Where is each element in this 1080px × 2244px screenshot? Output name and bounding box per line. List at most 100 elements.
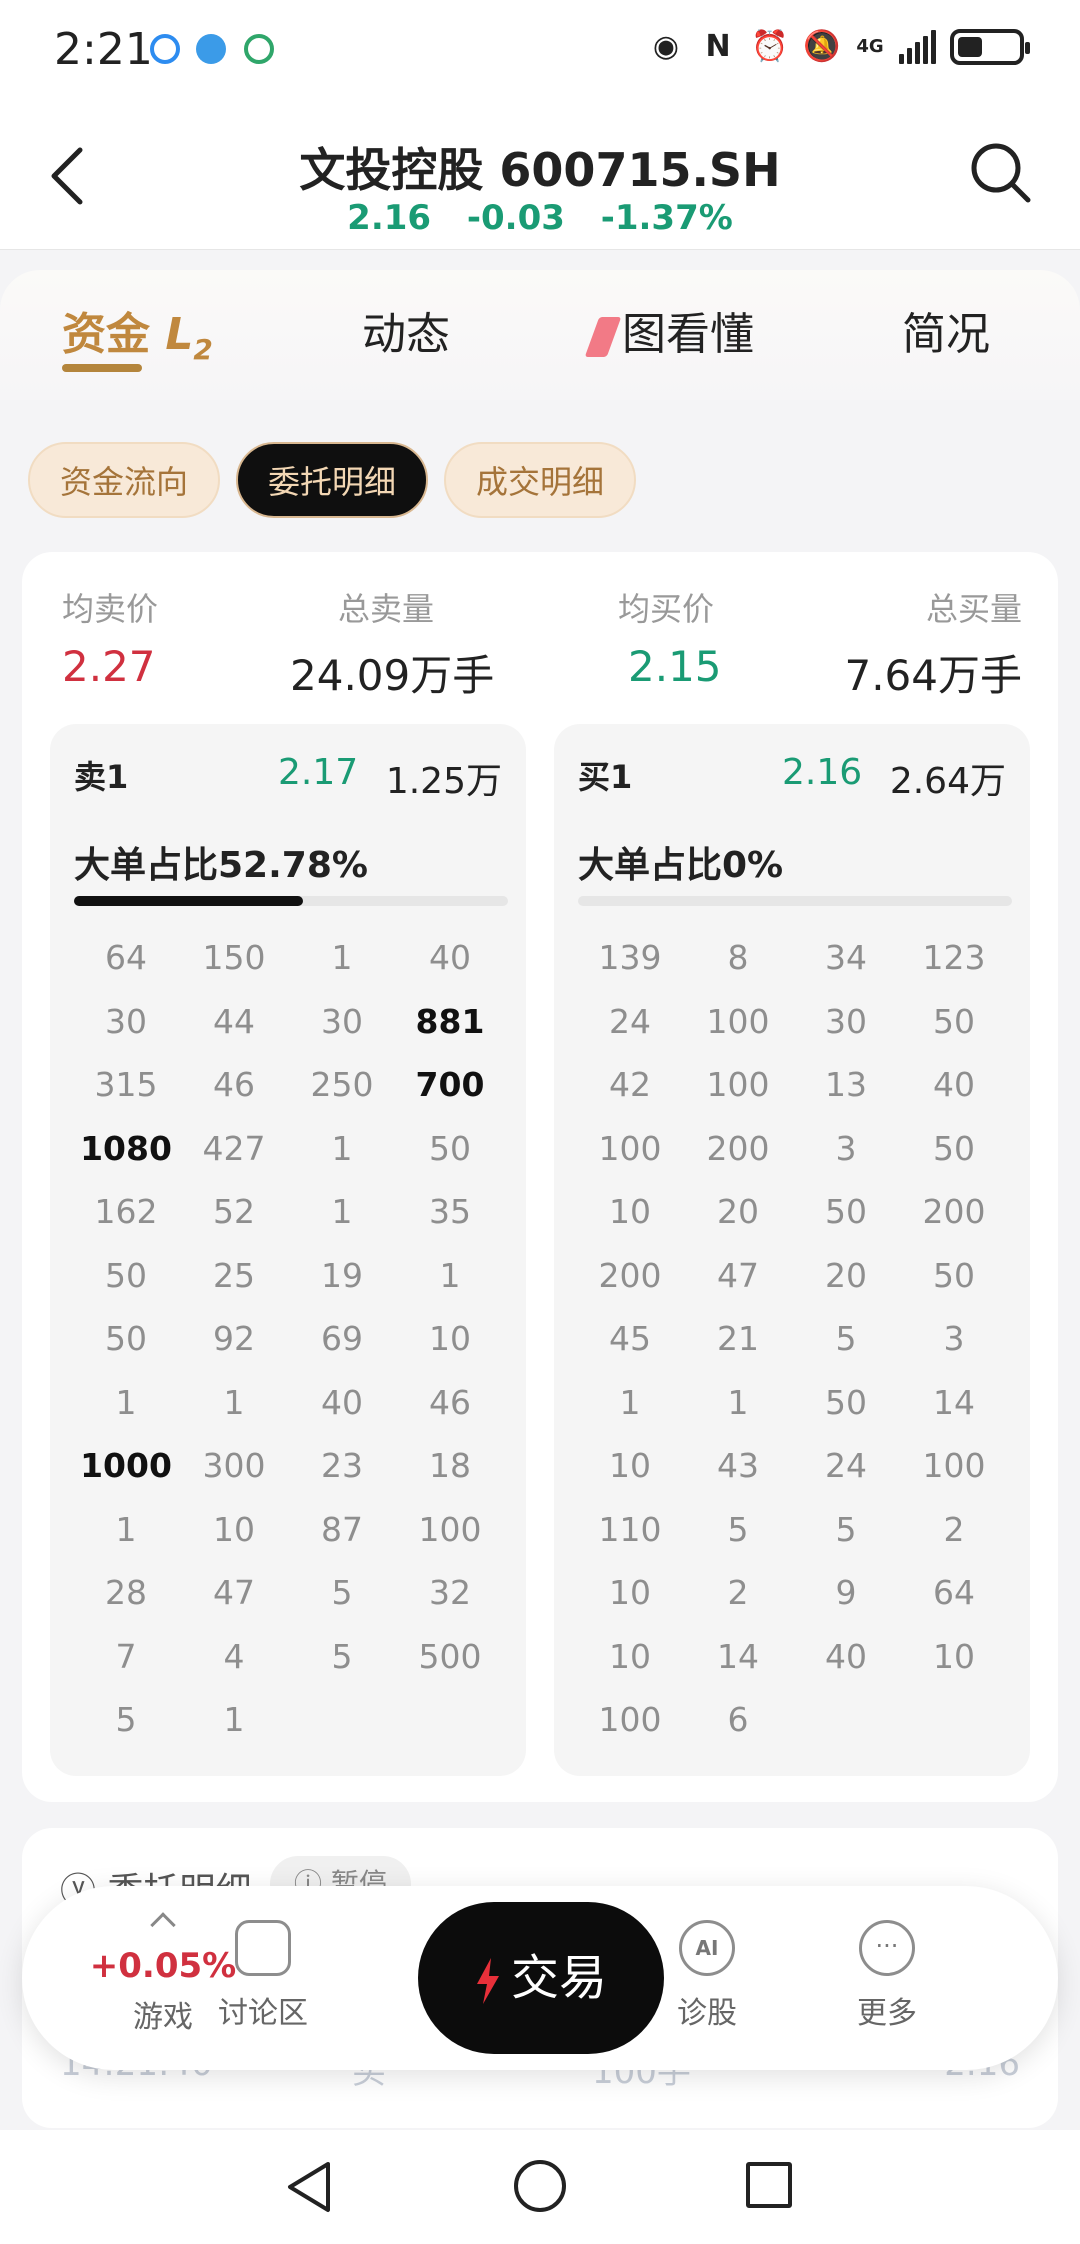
buy-order-cell: 50 bbox=[933, 1128, 975, 1168]
sell-order-cell: 1 bbox=[115, 1382, 137, 1422]
buy-order-cell: 10 bbox=[609, 1192, 651, 1231]
sell-order-cell: 35 bbox=[429, 1192, 471, 1231]
stock-header: 文投控股 600715.SH 2.16 -0.03 -1.37% bbox=[0, 100, 1080, 250]
sell-order-cell: 162 bbox=[94, 1192, 158, 1231]
tab-overview[interactable]: 简况 bbox=[902, 298, 990, 362]
buy-order-cell: 8 bbox=[727, 938, 749, 977]
sell-order-cell: 5 bbox=[331, 1636, 353, 1676]
sell-level1: 卖1 2.17 1.25万 bbox=[74, 752, 502, 802]
sell-order-cell: 30 bbox=[321, 1001, 363, 1041]
trade-button[interactable]: 交易 bbox=[418, 1902, 664, 2054]
nav-more[interactable]: ··· 更多 bbox=[812, 1920, 962, 2032]
wallet-icon bbox=[244, 34, 274, 64]
nav-discussion[interactable]: 讨论区 bbox=[188, 1920, 338, 2032]
buy-order-cell: 10 bbox=[609, 1573, 651, 1612]
avg-buy-label: 均买价 bbox=[618, 590, 715, 628]
buy1-label: 买1 bbox=[578, 758, 633, 796]
buy-order-cell: 14 bbox=[933, 1382, 975, 1422]
tab-visual-label: 图看懂 bbox=[622, 309, 754, 360]
sell1-label: 卖1 bbox=[74, 758, 129, 796]
trade-label: 交易 bbox=[510, 1950, 607, 2006]
sell-ratio-bar bbox=[74, 896, 508, 906]
stock-price: 2.16 bbox=[347, 198, 432, 238]
buy-order-cell: 5 bbox=[835, 1509, 857, 1549]
sell-order-cell: 28 bbox=[105, 1573, 147, 1612]
sell-order-cell: 1 bbox=[115, 1509, 137, 1549]
sell-order-cell: 50 bbox=[105, 1319, 147, 1358]
system-back-icon[interactable] bbox=[284, 2160, 334, 2214]
tab-news[interactable]: 动态 bbox=[362, 298, 450, 362]
browser-icon bbox=[196, 34, 226, 64]
sell-order-cell: 50 bbox=[105, 1255, 147, 1295]
search-icon[interactable] bbox=[968, 140, 1034, 206]
battery-icon bbox=[950, 29, 1030, 65]
buy-order-cell: 20 bbox=[825, 1255, 867, 1295]
section-tabs: 资金 L2 动态 图看懂 简况 bbox=[0, 270, 1080, 400]
buy-order-cell: 50 bbox=[933, 1255, 975, 1295]
sell-order-cell: 427 bbox=[202, 1128, 266, 1168]
level2-badge-icon: L2 bbox=[165, 309, 213, 366]
system-recents-icon[interactable] bbox=[746, 2162, 792, 2208]
buy-order-cell: 10 bbox=[933, 1636, 975, 1676]
sell-order-cell: 1 bbox=[331, 1192, 353, 1231]
mute-icon: 🔕 bbox=[803, 29, 841, 64]
status-bar: 2:21 ◉ N ⏰ 🔕 4G bbox=[0, 0, 1080, 100]
buy-order-cell: 100 bbox=[598, 1700, 662, 1739]
chip-order-detail[interactable]: 委托明细 bbox=[236, 442, 429, 518]
sell-order-cell: 1080 bbox=[80, 1128, 172, 1168]
sell-order-cell: 18 bbox=[429, 1446, 471, 1485]
buy-order-cell: 40 bbox=[825, 1636, 867, 1676]
buy-order-cell: 100 bbox=[598, 1128, 662, 1168]
sell-order-cell: 92 bbox=[213, 1319, 255, 1358]
buy-order-cell: 50 bbox=[825, 1382, 867, 1422]
buy-order-cell: 1 bbox=[727, 1382, 749, 1422]
buy-order-cell: 40 bbox=[933, 1065, 975, 1104]
sell-order-cell: 5 bbox=[331, 1573, 353, 1612]
nav-diagnose[interactable]: AI 诊股 bbox=[632, 1920, 782, 2032]
system-home-icon[interactable] bbox=[514, 2160, 566, 2212]
sell-order-cell: 700 bbox=[415, 1065, 485, 1104]
buy1-price: 2.16 bbox=[782, 752, 863, 793]
buy-order-cell: 24 bbox=[825, 1446, 867, 1485]
sell-order-cell: 1 bbox=[223, 1382, 245, 1422]
buy-order-cell: 47 bbox=[717, 1255, 759, 1295]
buy-order-cell: 3 bbox=[835, 1128, 857, 1168]
buy-order-cell: 14 bbox=[717, 1636, 759, 1676]
sell-order-cell: 87 bbox=[321, 1509, 363, 1549]
buy-order-cell: 30 bbox=[825, 1001, 867, 1041]
avg-sell-value: 2.27 bbox=[62, 642, 156, 691]
visual-logo-icon bbox=[584, 317, 622, 357]
buy-book: 买1 2.16 2.64万 大单占比0% 139 8 34 123 24 100 30 50 4… bbox=[554, 724, 1030, 1776]
buy-order-cell: 2 bbox=[943, 1509, 965, 1549]
tab-funds-label: 资金 bbox=[62, 309, 150, 360]
signal-icon bbox=[899, 30, 936, 64]
sell-order-cell: 315 bbox=[94, 1065, 158, 1104]
sell-order-cell: 300 bbox=[202, 1446, 266, 1485]
alarm-icon: ⏰ bbox=[751, 29, 789, 64]
buy-order-cell: 50 bbox=[825, 1192, 867, 1231]
buy-order-cell: 64 bbox=[933, 1573, 975, 1612]
buy-order-cell: 200 bbox=[922, 1192, 986, 1231]
total-sell-value: 24.09万手 bbox=[290, 651, 495, 700]
sell1-volume: 1.25万 bbox=[385, 761, 502, 802]
sell-order-cell: 50 bbox=[429, 1128, 471, 1168]
status-icons: ◉ N ⏰ 🔕 4G bbox=[647, 28, 1030, 66]
sell-order-cell: 500 bbox=[418, 1636, 482, 1676]
nfc-icon: N bbox=[705, 29, 731, 64]
sell-order-cell: 150 bbox=[202, 938, 266, 977]
chip-trade-detail[interactable]: 成交明细 bbox=[444, 442, 637, 518]
sell-book: 卖1 2.17 1.25万 大单占比52.78% 64 150 1 40 30 44 30 8… bbox=[50, 724, 526, 1776]
sell-order-cell: 44 bbox=[213, 1001, 255, 1041]
sell-order-cell: 52 bbox=[213, 1192, 255, 1231]
stock-change: -0.03 bbox=[466, 198, 565, 238]
chip-fund-flow[interactable]: 资金流向 bbox=[28, 442, 221, 518]
buy-order-cell: 5 bbox=[727, 1509, 749, 1549]
sell-order-cell: 46 bbox=[213, 1065, 255, 1104]
tab-funds[interactable]: 资金 L2 bbox=[62, 298, 213, 366]
tab-visual[interactable]: 图看懂 bbox=[584, 298, 754, 362]
buy-order-cell: 5 bbox=[835, 1319, 857, 1358]
sell-order-cell: 46 bbox=[429, 1382, 471, 1422]
eye-icon: ◉ bbox=[652, 29, 680, 64]
sell-order-cell: 1 bbox=[439, 1255, 461, 1295]
buy-order-cell: 2 bbox=[727, 1573, 749, 1612]
